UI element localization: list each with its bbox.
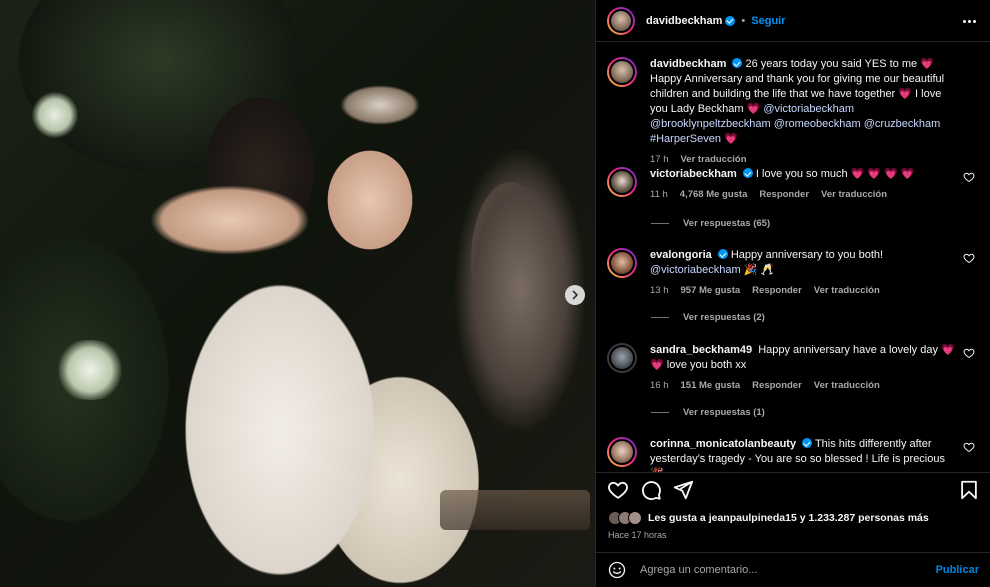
post-header: davidbeckham • Seguir <box>596 0 990 42</box>
comment-item: corinna_monicatolanbeauty This hits diff… <box>607 437 979 472</box>
comment-meta: 11 h 4,768 Me gusta Responder Ver traduc… <box>650 187 961 202</box>
view-replies-label[interactable]: Ver respuestas (1) <box>683 407 765 418</box>
post-timestamp: Hace 17 horas <box>608 530 667 540</box>
verified-badge-icon <box>742 168 753 178</box>
author-username[interactable]: davidbeckham <box>646 15 722 27</box>
verified-badge-icon <box>732 58 743 68</box>
comment-body: corinna_monicatolanbeauty This hits diff… <box>650 437 979 472</box>
publish-button[interactable]: Publicar <box>936 564 979 576</box>
comment-text-end: 🎉 🥂 <box>740 264 775 276</box>
post-caption: davidbeckham 26 years today you said YES… <box>607 57 979 167</box>
follow-button[interactable]: Seguir <box>751 15 785 27</box>
comment-text: Happy anniversary to you both! <box>730 249 884 261</box>
comment-username[interactable]: evalongoria <box>650 249 712 261</box>
view-replies-label[interactable]: Ver respuestas (65) <box>683 218 770 229</box>
verified-badge-icon <box>725 15 736 26</box>
avatar[interactable] <box>607 248 637 278</box>
reply-button[interactable]: Responder <box>752 283 802 298</box>
flowers-shape-2 <box>45 340 135 400</box>
comment-meta: 13 h 957 Me gusta Responder Ver traducci… <box>650 283 961 298</box>
comment-body: victoriabeckham I love you so much 💗 💗 💗… <box>650 167 979 202</box>
likes-text[interactable]: Les gusta a jeanpaulpineda15 y 1.233.287… <box>648 512 929 524</box>
paper-plane-icon[interactable] <box>672 479 694 501</box>
next-photo-button[interactable] <box>565 285 585 305</box>
comment-username[interactable]: victoriabeckham <box>650 168 737 180</box>
comments-list: davidbeckham 26 years today you said YES… <box>596 42 990 472</box>
reply-button[interactable]: Responder <box>759 187 809 202</box>
avatar[interactable] <box>607 6 635 35</box>
comment-username[interactable]: corinna_monicatolanbeauty <box>650 438 796 450</box>
reply-button[interactable]: Responder <box>752 378 802 393</box>
mention-link[interactable]: @cruzbeckham <box>864 118 941 130</box>
flowers-shape <box>25 90 85 140</box>
avatar[interactable] <box>607 343 637 373</box>
translate-link[interactable]: Ver traducción <box>814 378 880 393</box>
view-replies-label[interactable]: Ver respuestas (2) <box>683 312 765 323</box>
comment-likes[interactable]: 151 Me gusta <box>681 378 741 393</box>
bookmark-icon[interactable] <box>958 479 980 501</box>
view-replies-button[interactable]: Ver respuestas (2) <box>651 312 765 323</box>
hashtag-link[interactable]: #HarperSeven <box>650 133 721 145</box>
comment-item: sandra_beckham49 Happy anniversary have … <box>607 343 979 393</box>
heart-outline-icon[interactable] <box>607 479 629 501</box>
post-photo[interactable] <box>0 0 595 587</box>
table-shape <box>440 490 590 530</box>
smiley-icon[interactable] <box>608 561 626 579</box>
caption-time: 17 h <box>650 154 669 165</box>
caption-username[interactable]: davidbeckham <box>650 58 726 70</box>
like-comment-heart-icon[interactable] <box>963 171 975 183</box>
avatar[interactable] <box>607 437 637 467</box>
comment-time: 13 h <box>650 285 669 296</box>
mention-link[interactable]: @romeobeckham <box>774 118 861 130</box>
separator-dot: • <box>741 14 746 27</box>
instagram-post-modal: davidbeckham • Seguir davidbeckham 26 ye… <box>0 0 990 587</box>
add-comment-bar: Publicar <box>596 552 990 587</box>
comment-meta: 16 h 151 Me gusta Responder Ver traducci… <box>650 378 961 393</box>
chevron-right-icon <box>572 290 578 300</box>
translate-link[interactable]: Ver traducción <box>681 152 747 167</box>
verified-badge-icon <box>717 249 728 259</box>
comment-username[interactable]: sandra_beckham49 <box>650 344 752 356</box>
post-side-panel: davidbeckham • Seguir davidbeckham 26 ye… <box>595 0 990 587</box>
verified-badge-icon <box>802 438 813 448</box>
comment-item: evalongoria Happy anniversary to you bot… <box>607 248 979 298</box>
avatar[interactable] <box>607 57 637 87</box>
view-replies-button[interactable]: Ver respuestas (1) <box>651 407 765 418</box>
like-comment-heart-icon[interactable] <box>963 441 975 453</box>
comment-likes[interactable]: 4,768 Me gusta <box>680 187 748 202</box>
caption-end: 💗 <box>720 133 738 145</box>
comment-time: 16 h <box>650 380 669 391</box>
mention-link[interactable]: @victoriabeckham <box>650 264 741 276</box>
comment-likes[interactable]: 957 Me gusta <box>681 283 741 298</box>
like-comment-heart-icon[interactable] <box>963 347 975 359</box>
mention-link[interactable]: @brooklynpeltzbeckham <box>650 118 771 130</box>
arm-shape <box>150 185 310 255</box>
tiara-shape <box>340 85 420 125</box>
translate-link[interactable]: Ver traducción <box>821 187 887 202</box>
comment-body: sandra_beckham49 Happy anniversary have … <box>650 343 979 393</box>
avatar[interactable] <box>607 167 637 197</box>
comment-item: victoriabeckham I love you so much 💗 💗 💗… <box>607 167 979 202</box>
view-replies-button[interactable]: Ver respuestas (65) <box>651 218 770 229</box>
liker-avatar <box>628 511 642 525</box>
caption-body: davidbeckham 26 years today you said YES… <box>650 57 979 167</box>
likes-summary[interactable]: Les gusta a jeanpaulpineda15 y 1.233.287… <box>608 511 929 525</box>
comment-text: I love you so much 💗 💗 💗 💗 <box>755 168 915 180</box>
more-options-icon[interactable] <box>963 14 979 28</box>
comment-input[interactable] <box>640 564 936 576</box>
replies-line <box>651 412 669 413</box>
caption-meta: 17 h Ver traducción <box>650 152 961 167</box>
replies-line <box>651 317 669 318</box>
comment-body: evalongoria Happy anniversary to you bot… <box>650 248 979 298</box>
comment-time: 11 h <box>650 189 668 200</box>
post-actions: Les gusta a jeanpaulpineda15 y 1.233.287… <box>596 472 990 552</box>
comment-bubble-icon[interactable] <box>640 479 662 501</box>
replies-line <box>651 223 669 224</box>
like-comment-heart-icon[interactable] <box>963 252 975 264</box>
mention-link[interactable]: @victoriabeckham <box>763 103 854 115</box>
translate-link[interactable]: Ver traducción <box>814 283 880 298</box>
